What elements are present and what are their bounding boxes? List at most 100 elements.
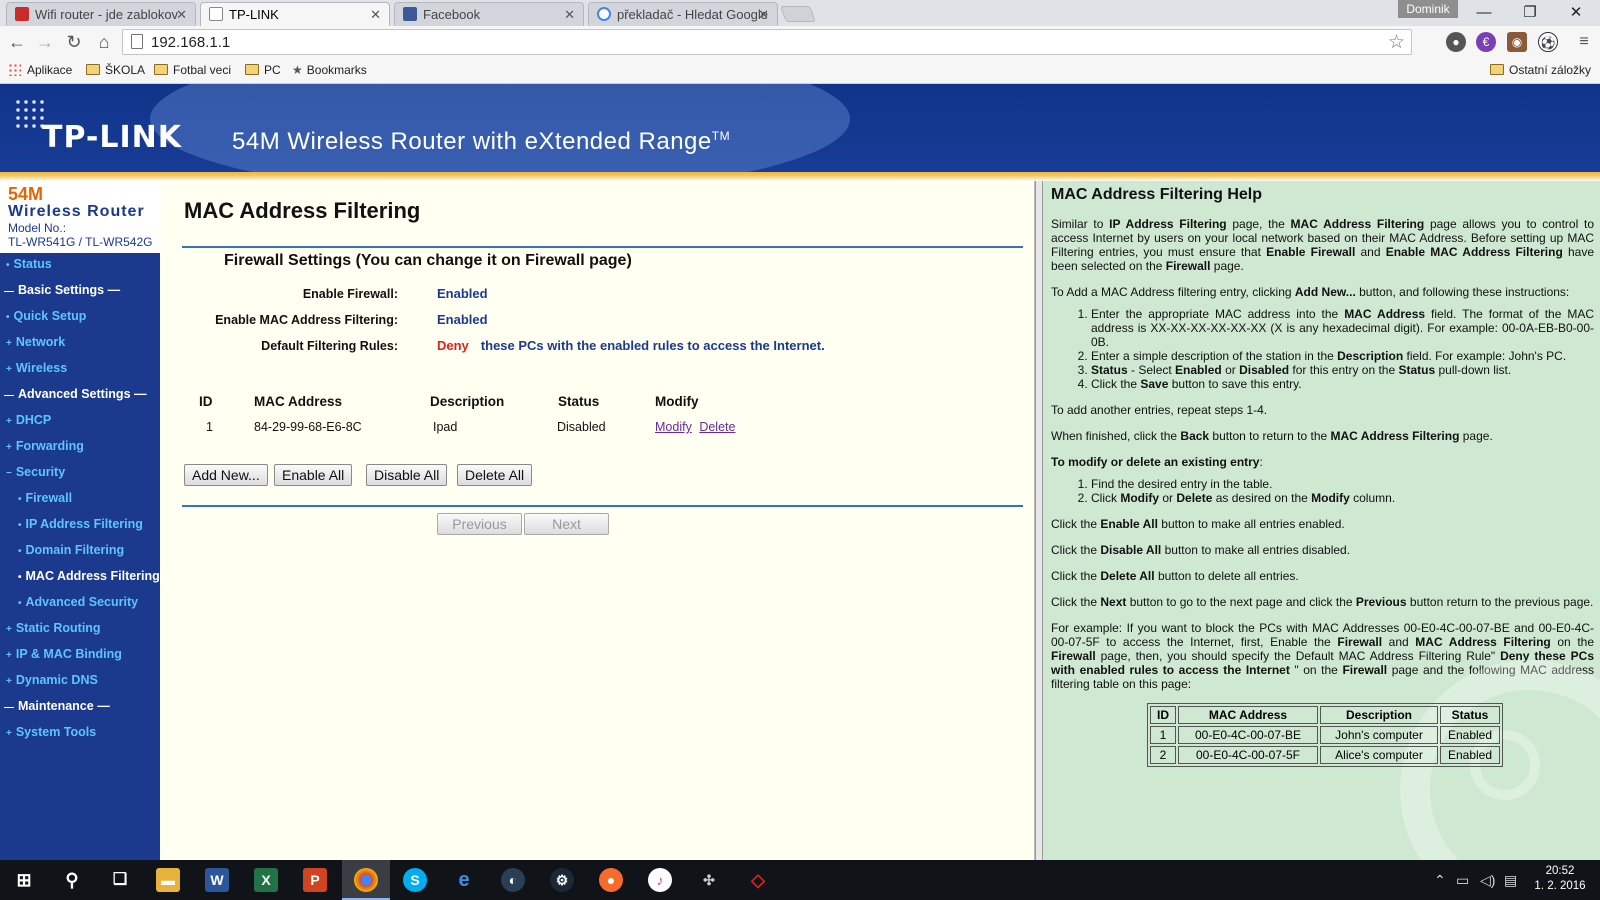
menu-item-forwarding[interactable]: + Forwarding <box>6 439 84 459</box>
apps-grid-icon <box>8 63 21 76</box>
previous-button[interactable]: Previous <box>437 513 522 535</box>
new-tab-button[interactable] <box>780 6 816 22</box>
menu-item-firewall[interactable]: • Firewall <box>18 491 72 511</box>
bookmark-star-icon[interactable]: ☆ <box>1388 31 1405 54</box>
menu-label: Firewall <box>25 491 73 505</box>
menu-item-ip-mac-binding[interactable]: + IP & MAC Binding <box>6 647 122 667</box>
tab-close-icon[interactable]: ✕ <box>564 7 575 23</box>
tab-close-icon[interactable]: ✕ <box>176 7 187 23</box>
menu-label: Status <box>13 257 52 271</box>
reload-icon[interactable]: ↻ <box>62 30 86 54</box>
dash-icon: — <box>4 702 14 713</box>
windows-taskbar: ⊞ ⚲ ❑ ▬ W X P S e ◐ ⚙ ● ♪ ✣ ◇ ⌃ ▭ ◁) ▤ 2… <box>0 860 1600 900</box>
search-icon[interactable]: ⚲ <box>60 868 84 892</box>
edge-icon[interactable]: e <box>452 868 476 892</box>
task-view-icon[interactable]: ❑ <box>108 868 132 892</box>
tab-tp-link[interactable]: TP-LINK ✕ <box>200 2 390 26</box>
app-dots-icon[interactable]: ✣ <box>697 868 721 892</box>
menu-item-dhcp[interactable]: + DHCP <box>6 413 51 433</box>
menu-item-status[interactable]: • Status <box>6 257 52 277</box>
tab-facebook[interactable]: Facebook ✕ <box>394 2 584 26</box>
enable-firewall-label: Enable Firewall: <box>302 287 398 301</box>
tab-wifi-router[interactable]: Wifi router - jde zablokov ✕ <box>6 2 196 26</box>
bookmark-apps[interactable]: Aplikace <box>8 63 72 77</box>
address-bar[interactable]: 192.168.1.1 ☆ <box>122 29 1412 55</box>
table-header-row: ID MAC Address Description Status <box>1150 706 1500 724</box>
clock-date: 1. 2. 2016 <box>1534 880 1586 892</box>
menu-item-advanced-security[interactable]: • Advanced Security <box>18 595 138 615</box>
expand-plus-icon: + <box>6 364 12 375</box>
enable-mac-filtering-label: Enable MAC Address Filtering: <box>215 313 398 327</box>
word-icon[interactable]: W <box>205 868 229 892</box>
app-red-icon[interactable]: ◇ <box>746 868 770 892</box>
chrome-icon[interactable] <box>354 868 378 892</box>
tab-close-icon[interactable]: ✕ <box>370 7 381 23</box>
app-icon[interactable]: ◐ <box>501 868 525 892</box>
menu-item-static-routing[interactable]: + Static Routing <box>6 621 101 641</box>
extension-icon[interactable]: ● <box>1446 32 1466 52</box>
tab-close-icon[interactable]: ✕ <box>758 7 769 23</box>
minimize-icon[interactable]: — <box>1462 2 1506 24</box>
file-explorer-icon[interactable]: ▬ <box>156 868 180 892</box>
menu-label: System Tools <box>15 725 97 739</box>
column-header-id: ID <box>199 394 213 409</box>
menu-item-system-tools[interactable]: + System Tools <box>6 725 96 745</box>
instagram-extension-icon[interactable]: ◉ <box>1507 32 1527 52</box>
delete-link[interactable]: Delete <box>699 420 735 434</box>
network-icon[interactable]: ▭ <box>1456 872 1469 889</box>
menu-hamburger-icon[interactable]: ≡ <box>1572 30 1596 54</box>
notification-icon[interactable]: ▤ <box>1504 872 1517 889</box>
menu-item-ip-address-filtering[interactable]: • IP Address Filtering <box>18 517 143 537</box>
excel-icon[interactable]: X <box>254 868 278 892</box>
menu-item-network[interactable]: + Network <box>6 335 65 355</box>
bookmark-folder-skola[interactable]: ŠKOLA <box>86 63 145 77</box>
menu-item-wireless[interactable]: + Wireless <box>6 361 67 381</box>
profile-button[interactable]: Dominik <box>1398 0 1458 18</box>
powerpoint-icon[interactable]: P <box>303 868 327 892</box>
menu-item-dynamic-dns[interactable]: + Dynamic DNS <box>6 673 98 693</box>
bookmark-bookmarks[interactable]: ★ Bookmarks <box>292 63 367 77</box>
bullet-icon: • <box>18 494 22 505</box>
menu-item-quick-setup[interactable]: • Quick Setup <box>6 309 86 329</box>
bullet-icon: • <box>6 260 10 271</box>
enable-all-button[interactable]: Enable All <box>274 464 353 486</box>
delete-all-button[interactable]: Delete All <box>457 464 533 486</box>
close-window-icon[interactable]: ✕ <box>1554 2 1598 24</box>
tab-google-search[interactable]: překladač - Hledat Google ✕ <box>588 2 778 26</box>
tab-title: Facebook <box>423 7 481 22</box>
itunes-icon[interactable]: ♪ <box>648 868 672 892</box>
menu-item-domain-filtering[interactable]: • Domain Filtering <box>18 543 124 563</box>
modify-link[interactable]: Modify <box>655 420 692 434</box>
bullet-icon: • <box>18 546 22 557</box>
folder-icon <box>245 64 259 75</box>
menu-label: Quick Setup <box>13 309 87 323</box>
bookmark-folder-other[interactable]: Ostatní záložky <box>1490 63 1591 77</box>
home-icon[interactable]: ⌂ <box>92 30 116 54</box>
menu-item-security[interactable]: − Security <box>6 465 65 485</box>
next-button[interactable]: Next <box>524 513 609 535</box>
origin-icon[interactable]: ● <box>599 868 623 892</box>
euro-extension-icon[interactable]: € <box>1476 32 1496 52</box>
volume-icon[interactable]: ◁) <box>1480 872 1495 889</box>
restore-icon[interactable]: ❐ <box>1508 2 1552 24</box>
bookmark-folder-fotbal[interactable]: Fotbal veci <box>154 63 231 77</box>
windows-start-icon[interactable]: ⊞ <box>12 868 36 892</box>
bookmark-label: Bookmarks <box>306 63 367 77</box>
bookmark-label: Aplikace <box>27 63 73 77</box>
router-banner: TP-LINK 54M Wireless Router with eXtende… <box>0 84 1600 172</box>
back-arrow-icon[interactable]: ← <box>5 30 29 54</box>
forward-arrow-icon[interactable]: → <box>33 30 57 54</box>
banner-stripe <box>0 172 1600 181</box>
add-new-button[interactable]: Add New... <box>184 464 268 486</box>
deny-text: Deny <box>437 338 469 353</box>
frame-divider[interactable] <box>1035 181 1043 860</box>
url-text: 192.168.1.1 <box>151 34 231 51</box>
tray-chevron-icon[interactable]: ⌃ <box>1434 872 1446 889</box>
football-extension-icon[interactable]: ⚽ <box>1538 32 1558 52</box>
bookmark-folder-pc[interactable]: PC <box>245 63 281 77</box>
skype-icon[interactable]: S <box>403 868 427 892</box>
disable-all-button[interactable]: Disable All <box>366 464 448 486</box>
system-clock[interactable]: 20:52 1. 2. 2016 <box>1530 864 1590 894</box>
menu-item-mac-address-filtering[interactable]: • MAC Address Filtering <box>18 569 160 589</box>
steam-icon[interactable]: ⚙ <box>550 868 574 892</box>
